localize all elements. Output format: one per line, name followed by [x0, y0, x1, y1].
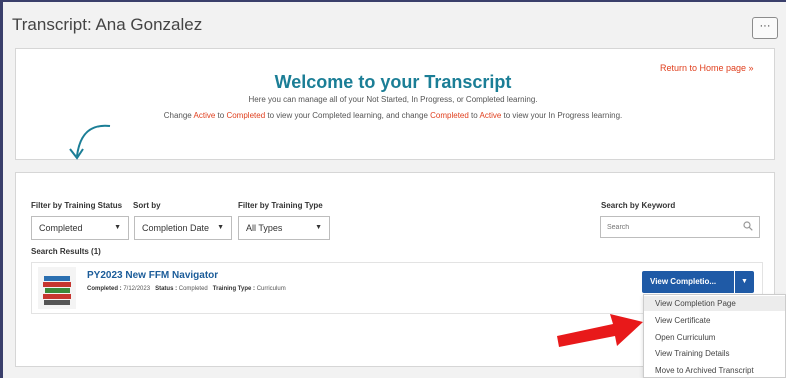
active-keyword: Active: [479, 111, 502, 120]
menu-item-view-training-details[interactable]: View Training Details: [655, 349, 730, 358]
instruction-text: Change: [163, 111, 194, 120]
active-keyword: Active: [193, 111, 216, 120]
type-filter-value: All Types: [246, 223, 283, 233]
caret-down-icon: ▼: [114, 224, 121, 231]
menu-item-move-to-archived[interactable]: Move to Archived Transcript: [655, 366, 754, 375]
completed-keyword: Completed: [226, 111, 266, 120]
completed-label: Completed :: [87, 286, 122, 292]
course-meta: Completed : 7/12/2023 Status : Completed…: [87, 286, 286, 292]
book-stack-icon: [38, 267, 76, 309]
completed-date: 7/12/2023: [123, 286, 151, 292]
sort-select[interactable]: Completion Date ▼: [134, 216, 232, 240]
sort-label: Sort by: [133, 201, 161, 210]
status-filter-select[interactable]: Completed ▼: [31, 216, 129, 240]
instruction-text: to: [468, 111, 480, 120]
type-filter-select[interactable]: All Types ▼: [238, 216, 330, 240]
page-title: Transcript: Ana Gonzalez: [12, 15, 203, 34]
training-type-label: Training Type :: [212, 286, 256, 292]
search-input[interactable]: [600, 216, 760, 238]
red-pointer-arrow-icon: [557, 314, 643, 347]
search-label: Search by Keyword: [601, 201, 676, 210]
curved-arrow-icon: [69, 124, 111, 160]
caret-down-icon: ▼: [315, 224, 322, 231]
search-icon[interactable]: [743, 221, 753, 231]
completed-keyword: Completed: [430, 111, 469, 120]
status-value: Completed: [178, 286, 208, 292]
more-options-button[interactable]: ···: [752, 17, 778, 39]
instruction-text: to view your In Progress learning.: [501, 111, 623, 120]
menu-item-open-curriculum[interactable]: Open Curriculum: [655, 333, 715, 342]
welcome-instructions: Change Active to Completed to view your …: [0, 111, 786, 120]
instruction-text: to view your Completed learning, and cha…: [265, 111, 431, 120]
welcome-subtitle: Here you can manage all of your Not Star…: [248, 95, 538, 104]
caret-down-icon: ▼: [217, 224, 224, 231]
status-filter-label: Filter by Training Status: [31, 201, 123, 210]
view-options-dropdown-toggle[interactable]: ▼: [735, 271, 754, 293]
course-title-link[interactable]: PY2023 New FFM Navigator: [87, 270, 218, 281]
status-filter-value: Completed: [39, 223, 83, 233]
status-label: Status :: [155, 286, 178, 292]
results-count: Search Results (1): [31, 247, 101, 256]
sort-value: Completion Date: [142, 223, 210, 233]
welcome-title: Welcome to your Transcript: [274, 72, 512, 92]
caret-down-icon: ▼: [741, 278, 748, 285]
menu-item-view-completion-page[interactable]: View Completion Page: [655, 299, 736, 308]
menu-item-view-certificate[interactable]: View Certificate: [655, 316, 710, 325]
view-completion-button[interactable]: View Completio...: [642, 271, 734, 293]
training-type-value: Curriculum: [256, 286, 286, 292]
instruction-text: to: [215, 111, 227, 120]
type-filter-label: Filter by Training Type: [238, 201, 323, 210]
